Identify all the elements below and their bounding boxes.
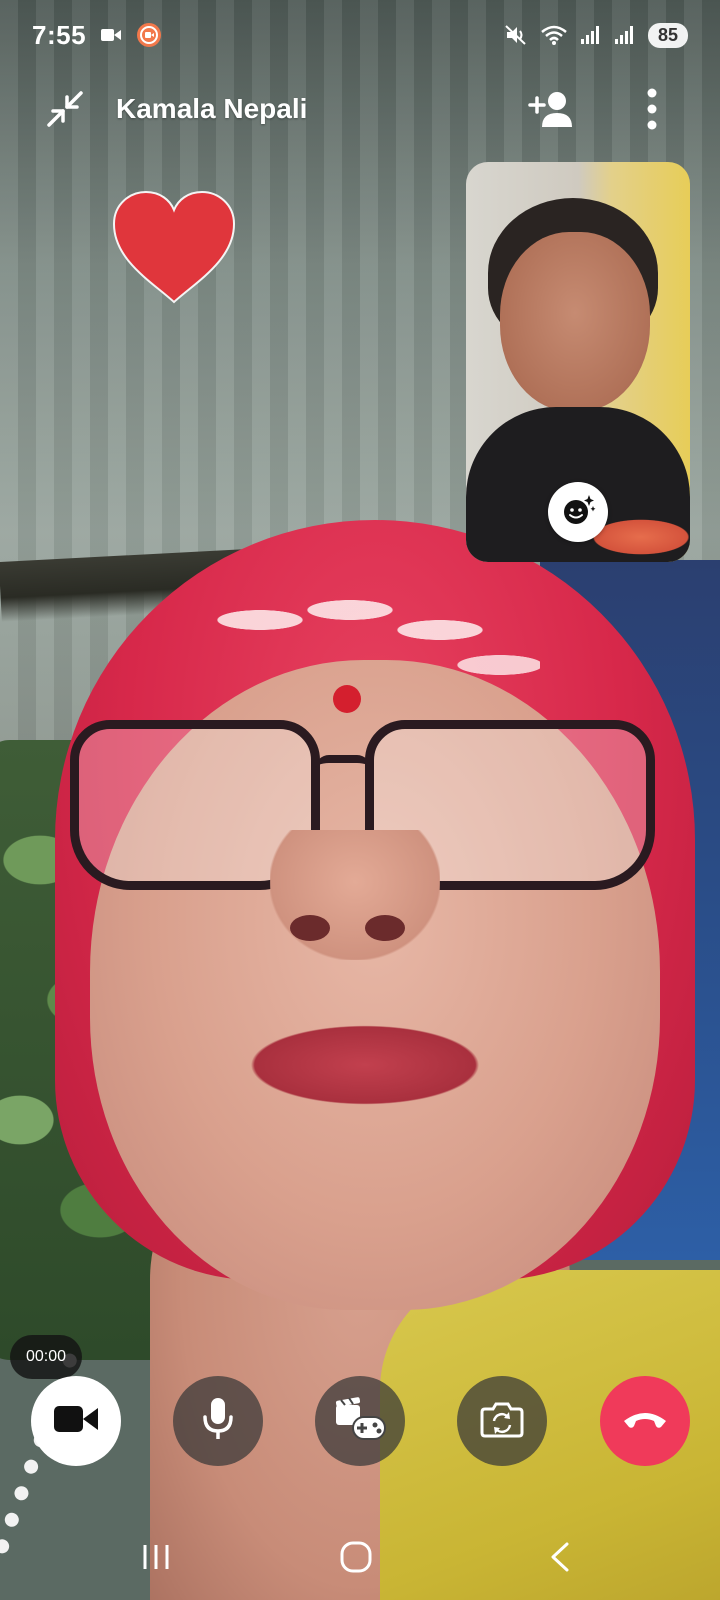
wifi-icon (540, 24, 568, 46)
minimize-call-button[interactable] (42, 88, 88, 134)
status-left: 7:55 (32, 20, 162, 51)
nostril (290, 915, 330, 941)
home-button[interactable] (326, 1534, 386, 1584)
phone-hangup-icon (621, 1407, 669, 1436)
battery-level: 85 (648, 22, 688, 48)
more-vertical-icon (646, 88, 658, 135)
add-person-icon (526, 89, 574, 134)
back-icon (547, 1540, 573, 1579)
end-call-button[interactable] (600, 1376, 690, 1466)
signal-bars-icon (614, 25, 636, 45)
effects-button[interactable] (548, 482, 608, 542)
back-button[interactable] (530, 1534, 590, 1584)
video-camera-icon (53, 1403, 99, 1440)
microphone-button[interactable] (173, 1376, 263, 1466)
mute-icon (504, 23, 528, 47)
remote-person-nose (270, 830, 440, 960)
collapse-icon (45, 89, 85, 134)
remote-person-mouth (235, 1020, 495, 1110)
screen-recorder-icon (136, 22, 162, 48)
call-timer: 00:00 (10, 1335, 82, 1379)
game-controller-icon (333, 1395, 387, 1448)
status-right: 85 (504, 22, 688, 48)
heart-icon (112, 190, 236, 305)
games-button[interactable] (315, 1376, 405, 1466)
system-navigation-bar (0, 1520, 720, 1600)
video-camera-icon (100, 27, 122, 43)
glasses-bridge (315, 755, 371, 769)
face-sparkle-icon (560, 492, 596, 533)
call-header: Kamala Nepali (0, 80, 720, 142)
more-options-button[interactable] (632, 86, 672, 136)
recents-button[interactable] (126, 1534, 186, 1584)
nostril (365, 915, 405, 941)
bindi (333, 685, 361, 713)
self-person-face (500, 232, 650, 412)
flip-camera-button[interactable] (457, 1376, 547, 1466)
status-time: 7:55 (32, 19, 87, 50)
caller-name: Kamala Nepali (116, 93, 308, 124)
signal-bars-icon (580, 25, 602, 45)
recents-icon (139, 1542, 173, 1577)
home-icon (339, 1540, 373, 1579)
camera-flip-icon (479, 1399, 525, 1444)
status-bar: 7:55 85 (0, 0, 720, 70)
video-toggle-button[interactable] (31, 1376, 121, 1466)
add-participant-button[interactable] (522, 86, 578, 136)
self-video-preview[interactable] (466, 162, 690, 562)
microphone-icon (201, 1397, 235, 1446)
